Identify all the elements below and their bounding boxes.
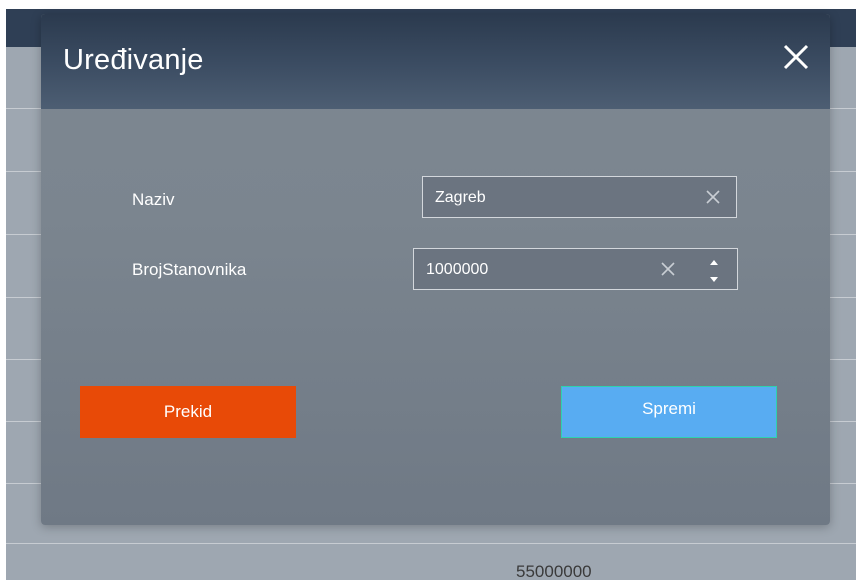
clear-icon bbox=[661, 262, 675, 276]
caret-up-icon bbox=[710, 260, 718, 265]
naziv-clear-button[interactable] bbox=[703, 187, 723, 207]
cancel-button[interactable]: Prekid bbox=[80, 386, 296, 438]
save-button[interactable]: Spremi bbox=[561, 386, 777, 438]
naziv-input-value: Zagreb bbox=[435, 189, 486, 206]
broj-stanovnika-label: BrojStanovnika bbox=[132, 260, 247, 279]
broj-stanovnika-input-value: 1000000 bbox=[426, 261, 489, 278]
close-button[interactable] bbox=[779, 40, 813, 74]
naziv-input[interactable]: Zagreb bbox=[422, 176, 737, 218]
dialog-header: Uređivanje bbox=[41, 14, 830, 109]
broj-stanovnika-input[interactable]: 1000000 bbox=[413, 248, 738, 290]
edit-dialog: Uređivanje Naziv Zagreb BrojStanovnika 1… bbox=[41, 14, 830, 525]
broj-stanovnika-clear-button[interactable] bbox=[658, 259, 678, 279]
close-icon bbox=[783, 44, 809, 70]
clear-icon bbox=[706, 190, 720, 204]
spinner-increment-button[interactable] bbox=[707, 256, 721, 268]
spinner-decrement-button[interactable] bbox=[707, 272, 721, 284]
table-row-divider bbox=[6, 543, 856, 544]
table-cell-value: 55000000 bbox=[516, 562, 592, 581]
naziv-label: Naziv bbox=[132, 190, 175, 209]
dialog-title: Uređivanje bbox=[63, 44, 204, 76]
caret-down-icon bbox=[710, 277, 718, 282]
